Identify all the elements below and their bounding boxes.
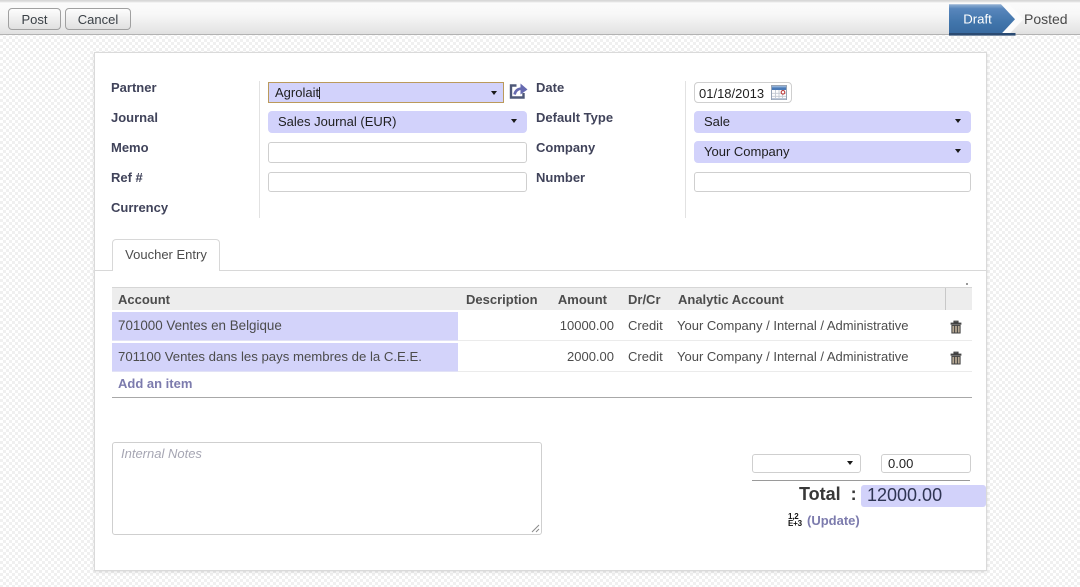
svg-text:Draft: Draft [963, 12, 992, 27]
